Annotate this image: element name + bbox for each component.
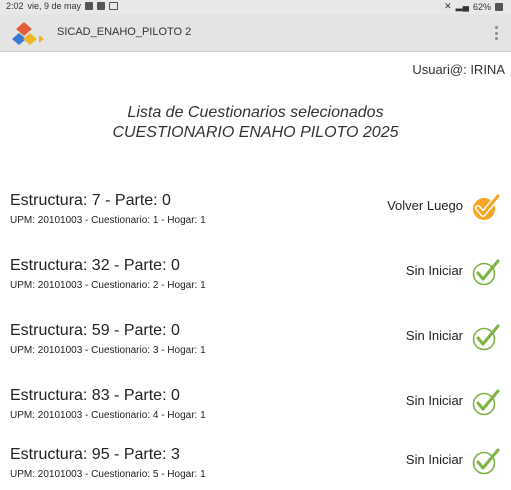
row-title: Estructura: 95 - Parte: 3 — [10, 446, 180, 463]
check-notification-icon — [97, 2, 106, 10]
user-label: Usuari@: IRINA — [412, 62, 505, 77]
row-status: Volver Luego — [387, 198, 463, 213]
checkmark-green-outline-icon[interactable] — [471, 387, 501, 417]
status-date: vie, 9 de may — [27, 1, 82, 11]
row-subtitle: UPM: 20101003 - Cuestionario: 5 - Hogar:… — [10, 469, 206, 480]
app-title: SICAD_ENAHO_PILOTO 2 — [57, 26, 192, 38]
row-subtitle: UPM: 20101003 - Cuestionario: 2 - Hogar:… — [10, 280, 206, 291]
checkmark-orange-filled-icon[interactable] — [471, 192, 501, 222]
mail-notification-icon — [109, 2, 119, 10]
row-status: Sin Iniciar — [405, 263, 463, 278]
row-title: Estructura: 59 - Parte: 0 — [10, 322, 180, 339]
battery-percent: 62% — [472, 1, 491, 12]
row-subtitle: UPM: 20101003 - Cuestionario: 1 - Hogar:… — [10, 215, 206, 226]
app-bar: SICAD_ENAHO_PILOTO 2 — [0, 14, 511, 52]
row-title: Estructura: 7 - Parte: 0 — [10, 192, 171, 209]
status-bar: 2:02 vie, 9 de may ✕ ▂▄ 62% — [0, 0, 511, 14]
row-title: Estructura: 32 - Parte: 0 — [10, 257, 180, 274]
app-logo-icon — [12, 22, 44, 45]
checkmark-green-outline-icon[interactable] — [471, 322, 501, 352]
row-status: Sin Iniciar — [405, 393, 463, 408]
questionnaire-row[interactable]: Estructura: 59 - Parte: 0 UPM: 20101003 … — [0, 322, 511, 366]
signal-icon: ▂▄ — [455, 1, 469, 11]
status-time: 2:02 — [6, 1, 24, 11]
row-subtitle: UPM: 20101003 - Cuestionario: 4 - Hogar:… — [10, 410, 206, 421]
questionnaire-row[interactable]: Estructura: 95 - Parte: 3 UPM: 20101003 … — [0, 446, 511, 490]
questionnaire-row[interactable]: Estructura: 83 - Parte: 0 UPM: 20101003 … — [0, 387, 511, 431]
list-heading: Lista de Cuestionarios selecionados — [127, 104, 384, 121]
mute-icon: ✕ — [444, 1, 452, 11]
row-title: Estructura: 83 - Parte: 0 — [10, 387, 180, 404]
row-status: Sin Iniciar — [405, 452, 463, 467]
checkmark-green-outline-icon[interactable] — [471, 446, 501, 476]
questionnaire-row[interactable]: Estructura: 32 - Parte: 0 UPM: 20101003 … — [0, 257, 511, 301]
questionnaire-row[interactable]: Estructura: 7 - Parte: 0 UPM: 20101003 -… — [0, 192, 511, 236]
image-notification-icon — [85, 2, 94, 10]
overflow-menu-icon[interactable] — [493, 26, 499, 40]
row-subtitle: UPM: 20101003 - Cuestionario: 3 - Hogar:… — [10, 345, 206, 356]
row-status: Sin Iniciar — [405, 328, 463, 343]
checkmark-green-outline-icon[interactable] — [471, 257, 501, 287]
survey-heading: CUESTIONARIO ENAHO PILOTO 2025 — [112, 124, 399, 141]
battery-icon — [495, 2, 503, 11]
